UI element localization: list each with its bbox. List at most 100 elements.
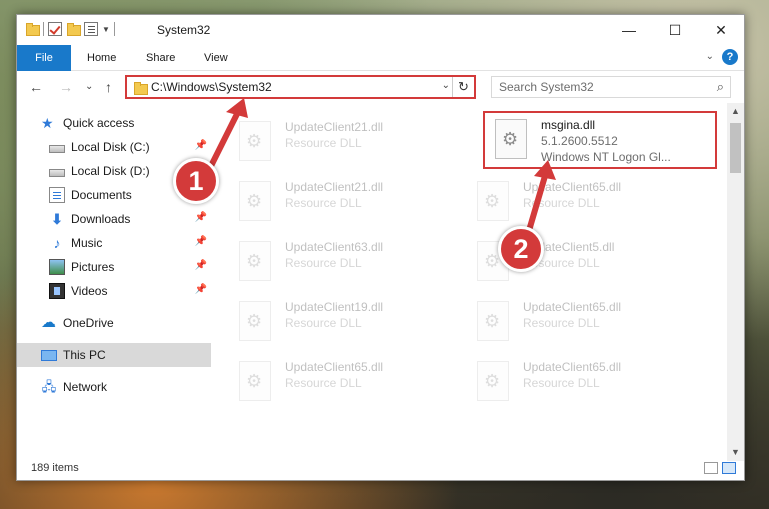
window-controls: — ☐ ✕	[606, 15, 744, 45]
pin-icon[interactable]: 📌	[195, 140, 207, 151]
address-dropdown-icon[interactable]: ⌄	[442, 80, 450, 91]
customize-dropdown-icon[interactable]: ▼	[102, 25, 110, 34]
file-name: UpdateClient21.dll	[285, 180, 384, 194]
file-item[interactable]: UpdateClient19.dll Resource DLL	[229, 295, 449, 351]
file-name: UpdateClient65.dll	[285, 360, 384, 374]
scrollbar-thumb[interactable]	[730, 123, 741, 173]
sidebar-item-pictures[interactable]: Pictures 📌	[17, 255, 211, 279]
file-item[interactable]: UpdateClient65.dll Resource DLL	[467, 355, 687, 411]
view-switcher	[704, 462, 736, 474]
file-item[interactable]: UpdateClient65.dll Resource DLL	[229, 355, 449, 411]
computer-icon	[41, 350, 57, 361]
item-count: 189 items	[31, 462, 79, 474]
file-item[interactable]: UpdateClient21.dll Resource DLL	[229, 175, 449, 231]
search-input[interactable]: Search System32 ⌕	[491, 76, 731, 98]
file-name: UpdateClient65.dll	[523, 360, 622, 374]
tab-view[interactable]: View	[192, 45, 240, 71]
sidebar-item-label: Quick access	[63, 116, 135, 130]
file-list: UpdateClient21.dll Resource DLL UpdateCl…	[229, 111, 726, 453]
properties-check-icon[interactable]	[48, 22, 62, 36]
dll-file-icon	[239, 361, 271, 401]
sidebar-item-network[interactable]: 🖧 Network	[17, 375, 211, 399]
sidebar-item-onedrive[interactable]: ☁ OneDrive	[17, 311, 211, 335]
pin-icon[interactable]: 📌	[195, 260, 207, 271]
file-description: Windows NT Logon Gl...	[541, 150, 671, 164]
sidebar-item-local-disk-c[interactable]: Local Disk (C:) 📌	[17, 135, 211, 159]
tab-file[interactable]: File	[17, 45, 71, 71]
ribbon-tabs: File Home Share View ⌄ ?	[17, 45, 744, 71]
tiles-view-icon[interactable]	[722, 462, 736, 474]
documents-icon	[49, 187, 65, 203]
explorer-window: ▼ System32 — ☐ ✕ File Home Share View ⌄ …	[16, 14, 745, 481]
search-icon[interactable]: ⌕	[717, 79, 724, 95]
callout-badge-1: 1	[173, 158, 219, 204]
file-item[interactable]: UpdateClient65.dll Resource DLL	[467, 175, 687, 231]
pin-icon[interactable]: 📌	[195, 236, 207, 247]
address-path[interactable]: C:\Windows\System32	[151, 80, 272, 94]
vertical-scrollbar[interactable]: ▲ ▼	[727, 103, 744, 461]
download-icon: ⬇	[51, 211, 63, 227]
dll-file-icon	[239, 241, 271, 281]
sidebar-item-downloads[interactable]: ⬇ Downloads 📌	[17, 207, 211, 231]
file-type: Resource DLL	[285, 316, 362, 330]
address-bar[interactable]: C:\Windows\System32 ⌄ ↻	[125, 75, 476, 99]
scroll-up-icon[interactable]: ▲	[727, 103, 744, 120]
sidebar-item-label: This PC	[63, 348, 106, 362]
file-type: Resource DLL	[285, 196, 362, 210]
toolbar-separator	[113, 22, 115, 36]
file-item[interactable]: UpdateClient63.dll Resource DLL	[229, 235, 449, 291]
maximize-button[interactable]: ☐	[652, 15, 698, 45]
star-icon: ★	[41, 115, 54, 131]
sidebar-item-label: Music	[71, 236, 103, 250]
file-name: UpdateClient65.dll	[523, 300, 622, 314]
pictures-icon	[49, 259, 65, 275]
sidebar-item-music[interactable]: ♪ Music 📌	[17, 231, 211, 255]
sidebar-item-label: Pictures	[71, 260, 115, 274]
file-name: UpdateClient65.dll	[523, 180, 622, 194]
navigation-bar: ← → ⌄ ↑ C:\Windows\System32 ⌄ ↻ Search S…	[17, 72, 744, 102]
sidebar-item-quick-access[interactable]: ★ Quick access	[17, 111, 211, 135]
close-button[interactable]: ✕	[698, 15, 744, 45]
tab-home[interactable]: Home	[75, 45, 128, 71]
callout-badge-2: 2	[498, 226, 544, 272]
cloud-icon: ☁	[41, 314, 56, 331]
details-view-icon[interactable]	[704, 462, 718, 474]
file-version: 5.1.2600.5512	[541, 134, 618, 148]
pin-icon[interactable]: 📌	[195, 284, 207, 295]
file-type: Resource DLL	[523, 376, 600, 390]
sidebar-item-label: Videos	[71, 284, 108, 298]
help-icon[interactable]: ?	[722, 49, 738, 65]
recent-locations-button[interactable]: ⌄	[85, 81, 93, 92]
customize-icon[interactable]	[84, 22, 98, 36]
dll-file-icon	[239, 121, 271, 161]
up-button[interactable]: ↑	[105, 79, 112, 95]
file-item-msgina[interactable]: msgina.dll 5.1.2600.5512 Windows NT Logo…	[483, 111, 717, 169]
expand-ribbon-icon[interactable]: ⌄	[706, 51, 714, 62]
pin-icon[interactable]: 📌	[195, 212, 207, 223]
file-item[interactable]: UpdateClient21.dll Resource DLL	[229, 115, 449, 171]
file-item[interactable]: UpdateClient65.dll Resource DLL	[467, 295, 687, 351]
disk-icon	[49, 169, 65, 177]
folder-icon[interactable]	[25, 22, 40, 36]
new-folder-icon[interactable]	[66, 22, 81, 36]
tab-share[interactable]: Share	[134, 45, 187, 71]
network-icon: 🖧	[41, 379, 57, 394]
sidebar-item-label: Documents	[71, 188, 132, 202]
minimize-button[interactable]: —	[606, 15, 652, 45]
dll-file-icon	[477, 361, 509, 401]
file-type: Resource DLL	[523, 196, 600, 210]
file-type: Resource DLL	[523, 316, 600, 330]
sidebar-item-videos[interactable]: Videos 📌	[17, 279, 211, 303]
dll-file-icon	[495, 119, 527, 159]
disk-icon	[49, 145, 65, 153]
sidebar-item-this-pc[interactable]: This PC	[17, 343, 211, 367]
sidebar-item-label: Network	[63, 380, 108, 394]
dll-file-icon	[477, 301, 509, 341]
refresh-button[interactable]: ↻	[452, 77, 474, 97]
quick-access-toolbar: ▼	[25, 22, 115, 36]
forward-button[interactable]: →	[59, 79, 73, 95]
sidebar-item-label: Local Disk (D:)	[71, 164, 150, 178]
toolbar-separator	[43, 22, 44, 36]
back-button[interactable]: ←	[29, 79, 43, 95]
file-type: Resource DLL	[285, 376, 362, 390]
